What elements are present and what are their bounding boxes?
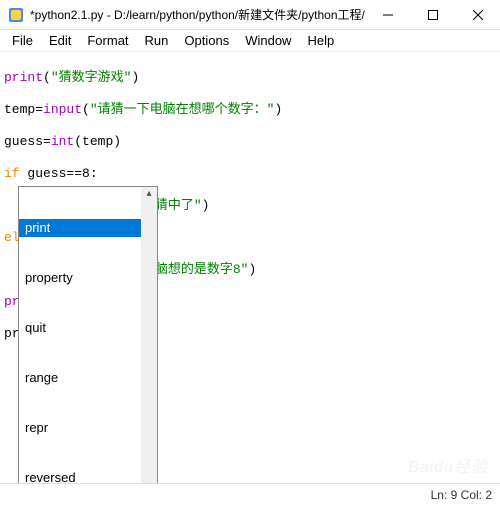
menu-help[interactable]: Help [299, 31, 342, 50]
window-title: *python2.1.py - D:/learn/python/python/新… [30, 6, 365, 23]
code-token: print [4, 70, 43, 85]
autocomplete-item[interactable]: print [19, 219, 141, 237]
autocomplete-item[interactable]: property [19, 269, 141, 287]
menu-edit[interactable]: Edit [41, 31, 79, 50]
autocomplete-list: print property quit range repr reversed … [19, 187, 141, 483]
cursor-position: Ln: 9 Col: 2 [431, 488, 492, 502]
scroll-up-icon[interactable]: ▴ [146, 189, 151, 199]
app-icon [8, 7, 24, 23]
watermark: Baidu经验 [408, 453, 488, 477]
close-button[interactable] [455, 0, 500, 30]
menu-format[interactable]: Format [79, 31, 136, 50]
autocomplete-scrollbar[interactable]: ▴ ▾ [141, 187, 157, 483]
menubar: File Edit Format Run Options Window Help [0, 30, 500, 52]
menu-file[interactable]: File [4, 31, 41, 50]
window-controls [365, 0, 500, 30]
maximize-button[interactable] [410, 0, 455, 30]
titlebar: *python2.1.py - D:/learn/python/python/新… [0, 0, 500, 30]
menu-window[interactable]: Window [237, 31, 299, 50]
autocomplete-item[interactable]: repr [19, 419, 141, 437]
autocomplete-item[interactable]: reversed [19, 469, 141, 483]
statusbar: Ln: 9 Col: 2 [0, 483, 500, 505]
menu-options[interactable]: Options [176, 31, 237, 50]
autocomplete-popup[interactable]: print property quit range repr reversed … [18, 186, 158, 483]
code-editor[interactable]: print("猜数字游戏") temp=input("请猜一下电脑在想哪个数字：… [0, 52, 500, 483]
autocomplete-item[interactable]: quit [19, 319, 141, 337]
minimize-button[interactable] [365, 0, 410, 30]
menu-run[interactable]: Run [137, 31, 177, 50]
autocomplete-item[interactable]: range [19, 369, 141, 387]
